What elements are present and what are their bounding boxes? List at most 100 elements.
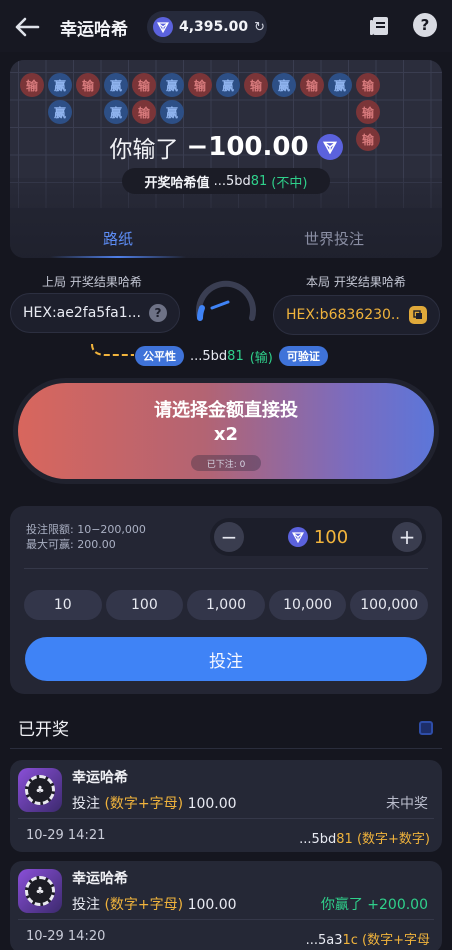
hash-suffix: 81 bbox=[250, 173, 268, 189]
verify-badge[interactable]: 可验证 bbox=[278, 346, 328, 366]
record-bet-type: (数字+字母) bbox=[104, 897, 184, 913]
road-bead: 输 bbox=[76, 73, 100, 97]
record-status: 你赢了 +200.00 bbox=[320, 897, 428, 913]
chip-100000[interactable]: 100,000 bbox=[350, 590, 428, 620]
record-game-name: 幸运哈希 bbox=[72, 871, 128, 887]
road-bead: 赢 bbox=[160, 100, 184, 124]
fair-row: 公平性 ...5bd 81 (输) 可验证 bbox=[135, 344, 328, 368]
refresh-icon[interactable]: ↻ bbox=[254, 20, 265, 35]
record-bet: 投注 (数字+字母) 100.00 bbox=[72, 793, 237, 813]
record-hash-prefix: ...5a3 bbox=[305, 933, 343, 948]
record-time: 10-29 14:21 bbox=[26, 828, 106, 843]
fairness-badge[interactable]: 公平性 bbox=[135, 346, 184, 366]
hash-status: (不中) bbox=[271, 175, 308, 191]
result-amount: −100.00 bbox=[186, 132, 309, 162]
record-bet-amount: 100.00 bbox=[187, 796, 237, 812]
road-bead: 赢 bbox=[104, 100, 128, 124]
fair-hash-suffix: 81 bbox=[227, 348, 244, 364]
road-bead: 赢 bbox=[216, 73, 240, 97]
record-card[interactable]: ♣ 幸运哈希 投注 (数字+字母) 100.00 你赢了 +200.00 10-… bbox=[10, 861, 442, 950]
road-bead: 输 bbox=[20, 73, 44, 97]
record-bet-type: (数字+字母) bbox=[104, 796, 184, 812]
amount-display[interactable]: 100 bbox=[287, 526, 349, 548]
chip-10[interactable]: 10 bbox=[24, 590, 102, 620]
divider bbox=[18, 818, 434, 819]
record-hash-type: (数字+数字) bbox=[356, 832, 430, 847]
quick-bet-button[interactable]: 请选择金额直接投 x2 已下注: 0 bbox=[18, 383, 434, 479]
road-bead: 赢 bbox=[104, 73, 128, 97]
quick-bet-text: 请选择金额直接投 x2 bbox=[18, 399, 434, 447]
decrease-button[interactable]: − bbox=[214, 522, 244, 552]
divider bbox=[24, 568, 428, 569]
record-hash-suffix: 81 bbox=[336, 832, 353, 847]
record-bet-amount: 100.00 bbox=[187, 897, 237, 913]
trx-coin-icon bbox=[316, 134, 343, 160]
prev-hash-box[interactable]: HEX:ae2fa5fa1... ? bbox=[10, 293, 180, 333]
road-bead: 输 bbox=[356, 73, 380, 97]
chip-100[interactable]: 100 bbox=[105, 590, 184, 620]
prev-hash-label: 上局 开奖结果哈希 bbox=[42, 275, 142, 289]
chip-10000[interactable]: 10,000 bbox=[268, 590, 347, 620]
fair-result: (输) bbox=[249, 350, 273, 366]
result-line: 你输了 −100.00 bbox=[10, 130, 442, 164]
divider bbox=[18, 919, 434, 920]
quick-bet-line2: x2 bbox=[213, 424, 239, 445]
bet-limit-line: 投注限额: 10−200,000 bbox=[26, 523, 146, 536]
trx-coin-icon bbox=[287, 527, 308, 547]
divider bbox=[10, 748, 442, 749]
increase-button[interactable]: + bbox=[391, 522, 422, 552]
game-logo-icon: ♣ bbox=[18, 768, 62, 812]
hash-label: 开奖哈希值 bbox=[144, 175, 210, 191]
back-arrow-icon[interactable] bbox=[12, 12, 42, 42]
road-bead: 赢 bbox=[48, 100, 72, 124]
max-win-line: 最大可赢: 200.00 bbox=[26, 538, 116, 551]
road-bead: 输 bbox=[300, 73, 324, 97]
record-bet: 投注 (数字+字母) 100.00 bbox=[72, 894, 237, 914]
road-panel: 输赢输赢输赢输赢输赢输赢输赢赢输赢输输 你输了 −100.00 开奖哈希值 ..… bbox=[10, 60, 442, 258]
fair-connector bbox=[90, 342, 138, 358]
balance-value: 4,395.00 bbox=[179, 19, 249, 35]
road-bead: 输 bbox=[356, 100, 380, 124]
curr-hash-label: 本局 开奖结果哈希 bbox=[306, 275, 406, 289]
road-tabs: 路纸 世界投注 bbox=[10, 218, 442, 258]
copy-icon[interactable] bbox=[409, 306, 427, 324]
chip-1000[interactable]: 1,000 bbox=[187, 590, 265, 620]
record-hash: ...5bd81 (数字+数字) bbox=[299, 828, 430, 847]
amount-stepper: − 100 + bbox=[210, 518, 426, 556]
result-text: 你输了 bbox=[109, 137, 179, 163]
road-bead: 赢 bbox=[48, 73, 72, 97]
record-card[interactable]: ♣ 幸运哈希 投注 (数字+字母) 100.00 未中奖 10-29 14:21… bbox=[10, 760, 442, 852]
amount-value: 100 bbox=[313, 526, 349, 548]
tab-world-bets[interactable]: 世界投注 bbox=[226, 218, 442, 258]
page-title: 幸运哈希 bbox=[60, 20, 128, 40]
road-bead: 输 bbox=[244, 73, 268, 97]
records-doc-icon[interactable] bbox=[368, 14, 392, 38]
road-bead: 赢 bbox=[328, 73, 352, 97]
question-icon[interactable]: ? bbox=[149, 304, 167, 322]
quick-bet-line1: 请选择金额直接投 bbox=[154, 400, 298, 421]
hash-prefix: ...5bd bbox=[213, 173, 251, 189]
road-bead: 输 bbox=[132, 73, 156, 97]
gauge-icon bbox=[192, 272, 260, 328]
chip-row: 10 100 1,000 10,000 100,000 bbox=[24, 590, 428, 620]
road-bead: 赢 bbox=[160, 73, 184, 97]
tab-road-paper[interactable]: 路纸 bbox=[10, 218, 226, 258]
opened-title: 已开奖 bbox=[18, 720, 69, 740]
road-bead: 输 bbox=[132, 100, 156, 124]
submit-bet-button[interactable]: 投注 bbox=[25, 637, 427, 681]
record-bet-label: 投注 bbox=[72, 796, 100, 812]
record-status: 未中奖 bbox=[386, 796, 428, 812]
bet-limits: 投注限额: 10−200,000 最大可赢: 200.00 bbox=[26, 522, 146, 552]
road-bead: 输 bbox=[188, 73, 212, 97]
help-icon[interactable]: ? bbox=[413, 13, 437, 37]
curr-hash-box[interactable]: HEX:b6836230... bbox=[273, 295, 440, 335]
trx-coin-icon bbox=[153, 17, 173, 37]
balance-pill[interactable]: 4,395.00 ↻ bbox=[147, 11, 267, 43]
fair-hash-prefix: ...5bd bbox=[190, 348, 228, 364]
prev-hash-value: HEX:ae2fa5fa1... bbox=[23, 305, 141, 321]
toggle-square-icon[interactable] bbox=[419, 721, 433, 735]
road-bead: 赢 bbox=[272, 73, 296, 97]
record-hash-type: (数字+字母 bbox=[362, 933, 430, 948]
game-logo-icon: ♣ bbox=[18, 869, 62, 913]
result-hash-pill: 开奖哈希值 ...5bd 81 (不中) bbox=[122, 168, 330, 194]
